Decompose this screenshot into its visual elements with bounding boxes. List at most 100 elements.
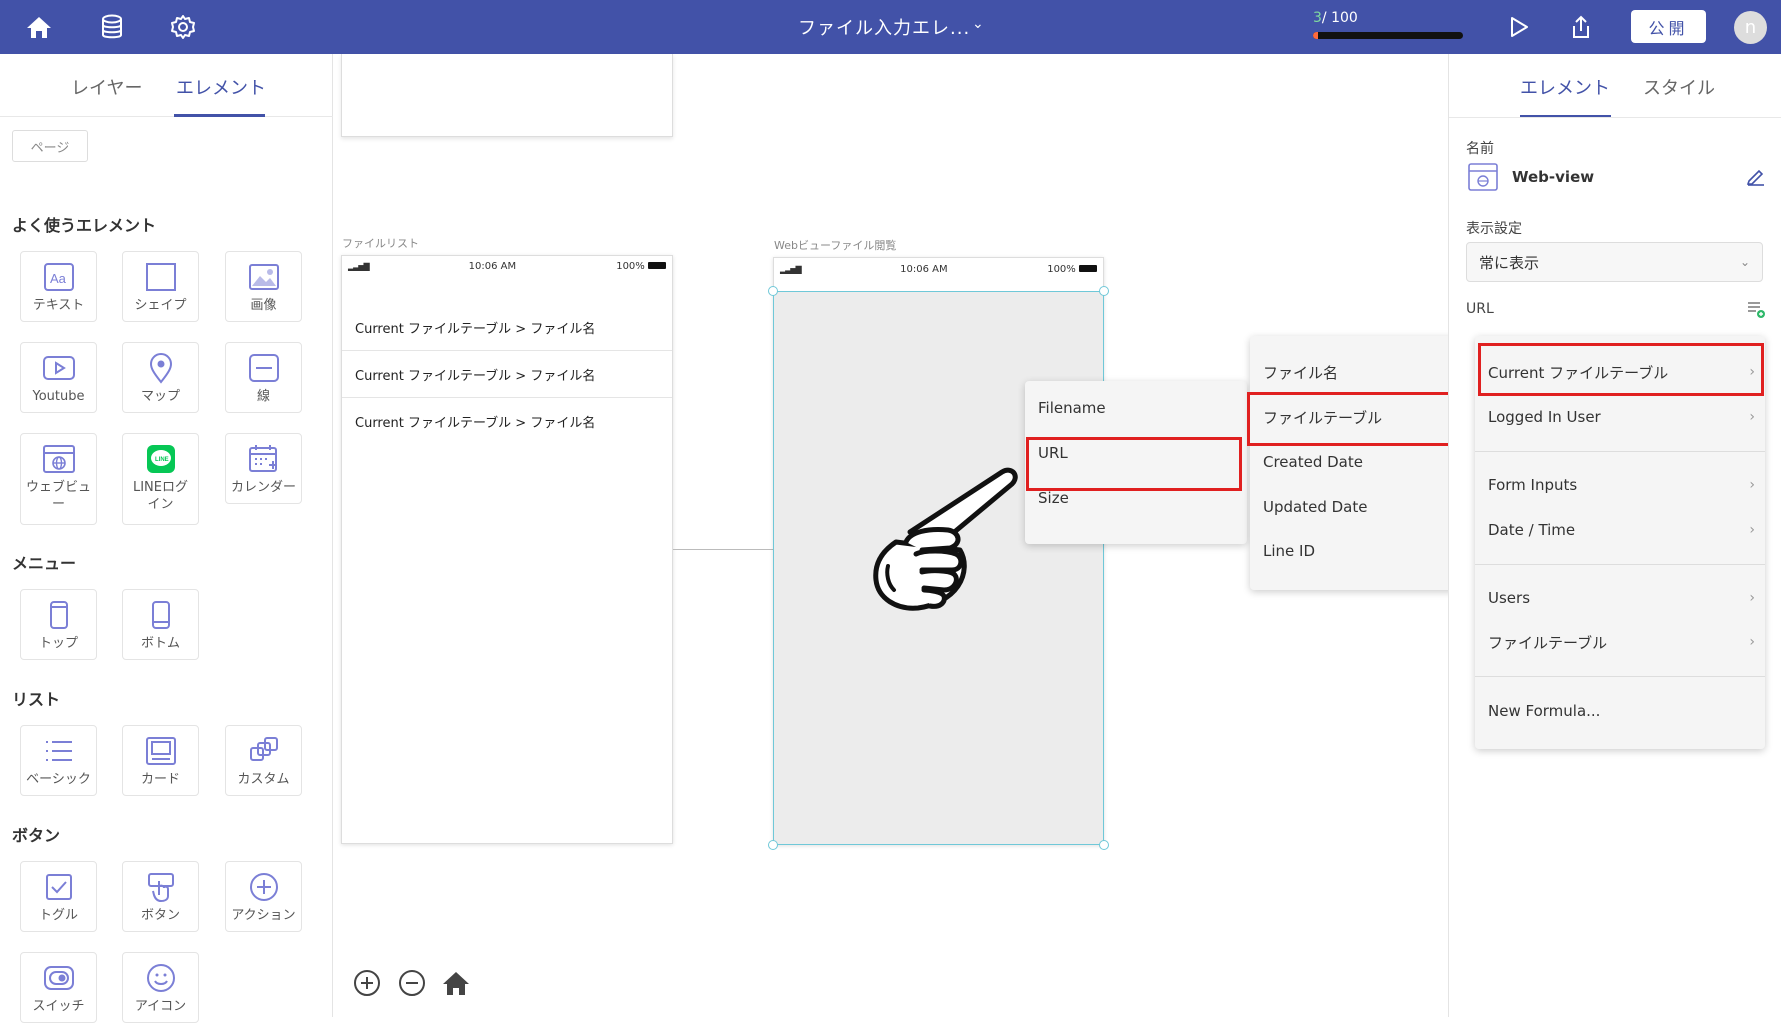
share-icon[interactable] bbox=[1566, 12, 1596, 42]
element-image[interactable]: 画像 bbox=[225, 251, 302, 322]
status-time: 10:06 AM bbox=[468, 260, 517, 272]
line-icon bbox=[245, 351, 283, 385]
element-webview[interactable]: ウェブビュー bbox=[20, 433, 97, 525]
active-tab-indicator bbox=[174, 114, 265, 117]
app-title[interactable]: ファイル入力エレ... bbox=[798, 14, 970, 40]
resize-handle[interactable] bbox=[1099, 286, 1109, 296]
smiley-icon bbox=[142, 961, 180, 995]
gear-icon[interactable] bbox=[168, 12, 198, 42]
list-item[interactable]: Current ファイルテーブル > ファイル名 bbox=[342, 398, 672, 445]
element-label: ボトム bbox=[140, 636, 180, 651]
element-name: Web-view bbox=[1512, 168, 1595, 186]
reset-view-home-icon[interactable] bbox=[441, 968, 471, 998]
element-toggle[interactable]: トグル bbox=[20, 861, 97, 932]
menu-divider bbox=[1475, 451, 1765, 452]
status-battery: 100% bbox=[616, 261, 666, 272]
webview-icon bbox=[1468, 163, 1498, 195]
webview-icon bbox=[40, 442, 78, 476]
play-icon[interactable] bbox=[1504, 12, 1534, 42]
home-icon[interactable] bbox=[24, 12, 54, 42]
plus-circle-icon bbox=[245, 870, 283, 904]
menu-divider bbox=[1475, 564, 1765, 565]
avatar[interactable]: n bbox=[1734, 11, 1767, 44]
highlight-current-file-table bbox=[1478, 343, 1764, 396]
shape-icon bbox=[142, 260, 180, 294]
menu-item-label: Logged In User bbox=[1488, 408, 1601, 426]
element-card-list[interactable]: カード bbox=[122, 725, 199, 796]
element-label: トグル bbox=[38, 908, 78, 923]
element-label: 画像 bbox=[250, 298, 277, 313]
progress-total: / 100 bbox=[1321, 10, 1358, 26]
list-item[interactable]: Current ファイルテーブル > ファイル名 bbox=[342, 351, 672, 398]
menu-item-form-inputs[interactable]: Form Inputs › bbox=[1475, 463, 1765, 507]
element-basic-list[interactable]: ベーシック bbox=[20, 725, 97, 796]
resize-handle[interactable] bbox=[768, 840, 778, 850]
element-action[interactable]: アクション bbox=[225, 861, 302, 932]
element-label: カスタム bbox=[237, 772, 290, 787]
chevron-right-icon: › bbox=[1749, 409, 1755, 425]
screen-frame-previous[interactable] bbox=[341, 54, 673, 137]
display-setting-select[interactable]: 常に表示 ⌄ bbox=[1466, 242, 1763, 282]
add-data-icon[interactable] bbox=[1746, 299, 1766, 323]
chevron-down-icon[interactable]: ⌄ bbox=[972, 16, 984, 32]
dropdown-menu-data-source: Current ファイルテーブル › Logged In User › Form I… bbox=[1475, 336, 1765, 749]
battery-icon bbox=[1078, 265, 1097, 272]
display-setting-label: 表示設定 bbox=[1466, 221, 1522, 237]
menu-item-new-formula[interactable]: New Formula... bbox=[1475, 689, 1765, 733]
tab-layers[interactable]: レイヤー bbox=[71, 74, 142, 100]
tab-element[interactable]: エレメント bbox=[1520, 74, 1610, 100]
chevron-right-icon: › bbox=[1749, 522, 1755, 538]
element-line-login[interactable]: LINE LINEログイン bbox=[122, 433, 199, 525]
element-label: テキスト bbox=[32, 298, 85, 313]
element-calendar[interactable]: カレンダー bbox=[225, 433, 302, 504]
menu-item-filename[interactable]: Filename bbox=[1025, 386, 1247, 430]
list-item[interactable]: Current ファイルテーブル > ファイル名 bbox=[342, 304, 672, 351]
element-switch[interactable]: スイッチ bbox=[20, 952, 97, 1023]
element-icon[interactable]: アイコン bbox=[122, 952, 199, 1023]
publish-button[interactable]: 公開 bbox=[1631, 10, 1706, 43]
section-list: リスト bbox=[12, 690, 61, 709]
zoom-in-icon[interactable] bbox=[352, 968, 382, 998]
battery-percent: 100% bbox=[616, 260, 645, 272]
edit-pencil-icon[interactable] bbox=[1746, 166, 1766, 190]
status-battery: 100% bbox=[1047, 264, 1097, 275]
left-tabs: レイヤー エレメント bbox=[0, 54, 333, 117]
database-icon[interactable] bbox=[97, 12, 127, 42]
page-chip[interactable]: ページ bbox=[12, 130, 88, 162]
bottom-menu-icon bbox=[142, 598, 180, 632]
resize-handle[interactable] bbox=[768, 286, 778, 296]
chevron-down-icon: ⌄ bbox=[1739, 255, 1750, 269]
left-panel: レイヤー エレメント ページ よく使うエレメント Aa テキスト シェイプ 画像… bbox=[0, 54, 333, 1023]
menu-item-line-id[interactable]: Line ID bbox=[1250, 529, 1472, 573]
zoom-out-icon[interactable] bbox=[397, 968, 427, 998]
tab-style[interactable]: スタイル bbox=[1643, 74, 1715, 100]
list-icon bbox=[40, 734, 78, 768]
switch-icon bbox=[40, 961, 78, 995]
card-icon bbox=[142, 734, 180, 768]
menu-item-file-name[interactable]: ファイル名 bbox=[1250, 350, 1472, 394]
menu-item-file-table-collection[interactable]: ファイルテーブル › bbox=[1475, 620, 1765, 664]
element-map[interactable]: マップ bbox=[122, 342, 199, 413]
tab-elements[interactable]: エレメント bbox=[176, 74, 266, 100]
menu-item-date-time[interactable]: Date / Time › bbox=[1475, 508, 1765, 552]
screen-connector bbox=[673, 549, 773, 550]
element-line[interactable]: 線 bbox=[225, 342, 302, 413]
element-youtube[interactable]: Youtube bbox=[20, 342, 97, 413]
element-bottom[interactable]: ボトム bbox=[122, 589, 199, 660]
menu-item-users[interactable]: Users › bbox=[1475, 576, 1765, 620]
element-button[interactable]: ボタン bbox=[122, 861, 199, 932]
menu-item-logged-in-user[interactable]: Logged In User › bbox=[1475, 395, 1765, 439]
menu-item-created-date[interactable]: Created Date bbox=[1250, 440, 1472, 484]
screen-file-list[interactable]: ▂▃▅▇ 10:06 AM 100% Current ファイルテーブル > ファ… bbox=[341, 255, 673, 844]
map-pin-icon bbox=[142, 351, 180, 385]
status-time: 10:06 AM bbox=[900, 263, 948, 275]
element-top[interactable]: トップ bbox=[20, 589, 97, 660]
progress-fill bbox=[1313, 32, 1318, 39]
element-shape[interactable]: シェイプ bbox=[122, 251, 199, 322]
battery-icon bbox=[647, 262, 666, 269]
menu-item-updated-date[interactable]: Updated Date bbox=[1250, 485, 1472, 529]
element-custom-list[interactable]: カスタム bbox=[225, 725, 302, 796]
custom-list-icon bbox=[245, 734, 283, 768]
resize-handle[interactable] bbox=[1099, 840, 1109, 850]
element-text[interactable]: Aa テキスト bbox=[20, 251, 97, 322]
